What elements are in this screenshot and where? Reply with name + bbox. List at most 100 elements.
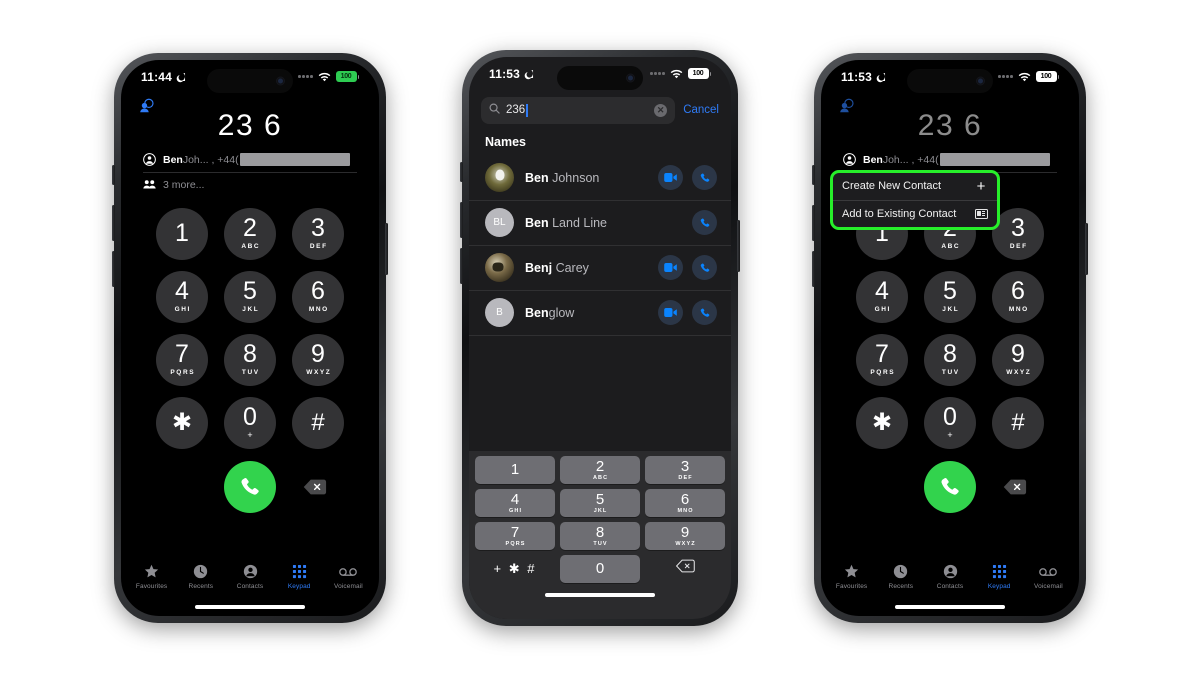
key-star[interactable]: ✱ bbox=[156, 396, 208, 449]
suggestion-contact-row[interactable]: Ben Joh... , +44( bbox=[843, 148, 1057, 173]
cancel-button[interactable]: Cancel bbox=[683, 104, 719, 116]
facetime-video-button[interactable] bbox=[658, 255, 683, 280]
audio-call-button[interactable] bbox=[692, 300, 717, 325]
search-input[interactable]: 236 ✕ bbox=[481, 96, 676, 124]
key-star[interactable]: ✱ bbox=[856, 396, 908, 449]
key-5[interactable]: 5 JKL bbox=[224, 270, 276, 323]
contact-row-benj-carey[interactable]: Benj Carey bbox=[469, 246, 731, 291]
numkey-0[interactable]: 0 bbox=[560, 554, 640, 583]
volume-up-button[interactable] bbox=[812, 204, 815, 241]
delete-button[interactable] bbox=[1003, 478, 1027, 495]
key-7[interactable]: 7 PQRS bbox=[856, 333, 908, 386]
key-2[interactable]: 2ABC bbox=[224, 207, 276, 260]
numkey-5[interactable]: 5 JKL bbox=[560, 488, 640, 517]
call-button[interactable] bbox=[224, 460, 276, 513]
signal-icon bbox=[650, 72, 665, 75]
key-7[interactable]: 7 PQRS bbox=[156, 333, 208, 386]
numpad-row-3: 7 PQRS 8 TUV 9 WXYZ bbox=[472, 521, 728, 550]
key-1[interactable]: 1 bbox=[156, 207, 208, 260]
tab-recents[interactable]: Recents bbox=[176, 563, 225, 590]
key-9[interactable]: 9 WXYZ bbox=[992, 333, 1044, 386]
numkey-symbols[interactable]: + ✱ # bbox=[475, 555, 555, 583]
key-4[interactable]: 4 GHI bbox=[856, 270, 908, 323]
tab-label: Favourites bbox=[135, 583, 168, 590]
contact-name-match: Benj bbox=[525, 260, 553, 275]
silent-switch[interactable] bbox=[812, 164, 815, 185]
key-0[interactable]: 0 + bbox=[224, 396, 276, 449]
numkey-letters: DEF bbox=[678, 474, 693, 481]
numkey-2[interactable]: 2 ABC bbox=[560, 455, 640, 484]
key-digit: # bbox=[311, 408, 325, 436]
suggestion-contact-row[interactable]: Ben Joh... , +44( bbox=[143, 148, 357, 173]
audio-call-button[interactable] bbox=[692, 210, 717, 235]
menu-item-add-to-existing-contact[interactable]: Add to Existing Contact bbox=[833, 199, 997, 227]
facetime-video-button[interactable] bbox=[658, 165, 683, 190]
numkey-6[interactable]: 6 MNO bbox=[645, 488, 725, 517]
tab-contacts[interactable]: Contacts bbox=[925, 563, 974, 590]
key-6[interactable]: 6 MNO bbox=[292, 270, 344, 323]
audio-call-button[interactable] bbox=[692, 255, 717, 280]
home-indicator[interactable] bbox=[895, 604, 1005, 609]
add-contact-icon[interactable] bbox=[139, 98, 157, 114]
contact-row-benglow[interactable]: B Benglow bbox=[469, 291, 731, 336]
tab-voicemail[interactable]: Voicemail bbox=[1024, 563, 1073, 590]
key-4[interactable]: 4 GHI bbox=[156, 270, 208, 323]
tab-keypad[interactable]: Keypad bbox=[275, 563, 324, 590]
key-6[interactable]: 6 MNO bbox=[992, 270, 1044, 323]
contact-actions bbox=[658, 165, 717, 190]
call-row bbox=[821, 455, 1079, 519]
silent-switch[interactable] bbox=[112, 164, 115, 185]
power-button[interactable] bbox=[385, 222, 388, 275]
key-0[interactable]: 0 + bbox=[924, 396, 976, 449]
numkey-4[interactable]: 4 GHI bbox=[475, 488, 555, 517]
volume-down-button[interactable] bbox=[112, 250, 115, 287]
status-indicators: 100 bbox=[298, 71, 359, 82]
keypad: 1 2ABC 3DEF 4GHI 5JKL 6MNO 7PQRS 8TUV 9W… bbox=[856, 207, 1044, 449]
voicemail-icon bbox=[1039, 563, 1058, 580]
home-indicator[interactable] bbox=[545, 592, 655, 597]
tab-voicemail[interactable]: Voicemail bbox=[324, 563, 373, 590]
key-hash[interactable]: # bbox=[292, 396, 344, 449]
facetime-video-button[interactable] bbox=[658, 300, 683, 325]
numkey-8[interactable]: 8 TUV bbox=[560, 521, 640, 550]
suggestion-more-row[interactable]: 3 more... bbox=[143, 173, 357, 197]
moon-icon bbox=[524, 69, 533, 80]
numkey-7[interactable]: 7 PQRS bbox=[475, 521, 555, 550]
key-letters: MNO bbox=[308, 306, 329, 314]
tab-recents[interactable]: Recents bbox=[876, 563, 925, 590]
clear-search-button[interactable]: ✕ bbox=[654, 103, 668, 117]
key-9[interactable]: 9 WXYZ bbox=[292, 333, 344, 386]
menu-item-create-new-contact[interactable]: Create New Contact + bbox=[833, 173, 997, 200]
contact-row-ben-land-line[interactable]: BL Ben Land Line bbox=[469, 201, 731, 246]
key-8[interactable]: 8 TUV bbox=[224, 333, 276, 386]
contact-row-ben-johnson[interactable]: Ben Johnson bbox=[469, 156, 731, 201]
key-5[interactable]: 5 JKL bbox=[924, 270, 976, 323]
key-hash[interactable]: # bbox=[992, 396, 1044, 449]
delete-button[interactable] bbox=[303, 478, 327, 495]
contact-card-icon bbox=[974, 208, 988, 220]
add-contact-icon[interactable] bbox=[839, 98, 857, 114]
key-letters: ABC bbox=[241, 243, 261, 251]
volume-down-button[interactable] bbox=[460, 247, 463, 284]
silent-switch[interactable] bbox=[460, 161, 463, 182]
power-button[interactable] bbox=[737, 219, 740, 272]
tab-keypad[interactable]: Keypad bbox=[975, 563, 1024, 590]
home-indicator[interactable] bbox=[195, 604, 305, 609]
tab-favourites[interactable]: Favourites bbox=[127, 563, 176, 590]
contact-name-rest: Carey bbox=[552, 260, 589, 275]
wifi-icon bbox=[318, 72, 331, 82]
volume-up-button[interactable] bbox=[460, 201, 463, 238]
key-3[interactable]: 3 DEF bbox=[292, 207, 344, 260]
audio-call-button[interactable] bbox=[692, 165, 717, 190]
numkey-9[interactable]: 9 WXYZ bbox=[645, 521, 725, 550]
tab-favourites[interactable]: Favourites bbox=[827, 563, 876, 590]
power-button[interactable] bbox=[1085, 222, 1088, 275]
call-button[interactable] bbox=[924, 460, 976, 513]
volume-up-button[interactable] bbox=[112, 204, 115, 241]
numkey-3[interactable]: 3 DEF bbox=[645, 455, 725, 484]
tab-contacts[interactable]: Contacts bbox=[225, 563, 274, 590]
numkey-1[interactable]: 1 bbox=[475, 455, 555, 484]
key-8[interactable]: 8 TUV bbox=[924, 333, 976, 386]
numkey-backspace[interactable] bbox=[645, 555, 725, 583]
volume-down-button[interactable] bbox=[812, 250, 815, 287]
